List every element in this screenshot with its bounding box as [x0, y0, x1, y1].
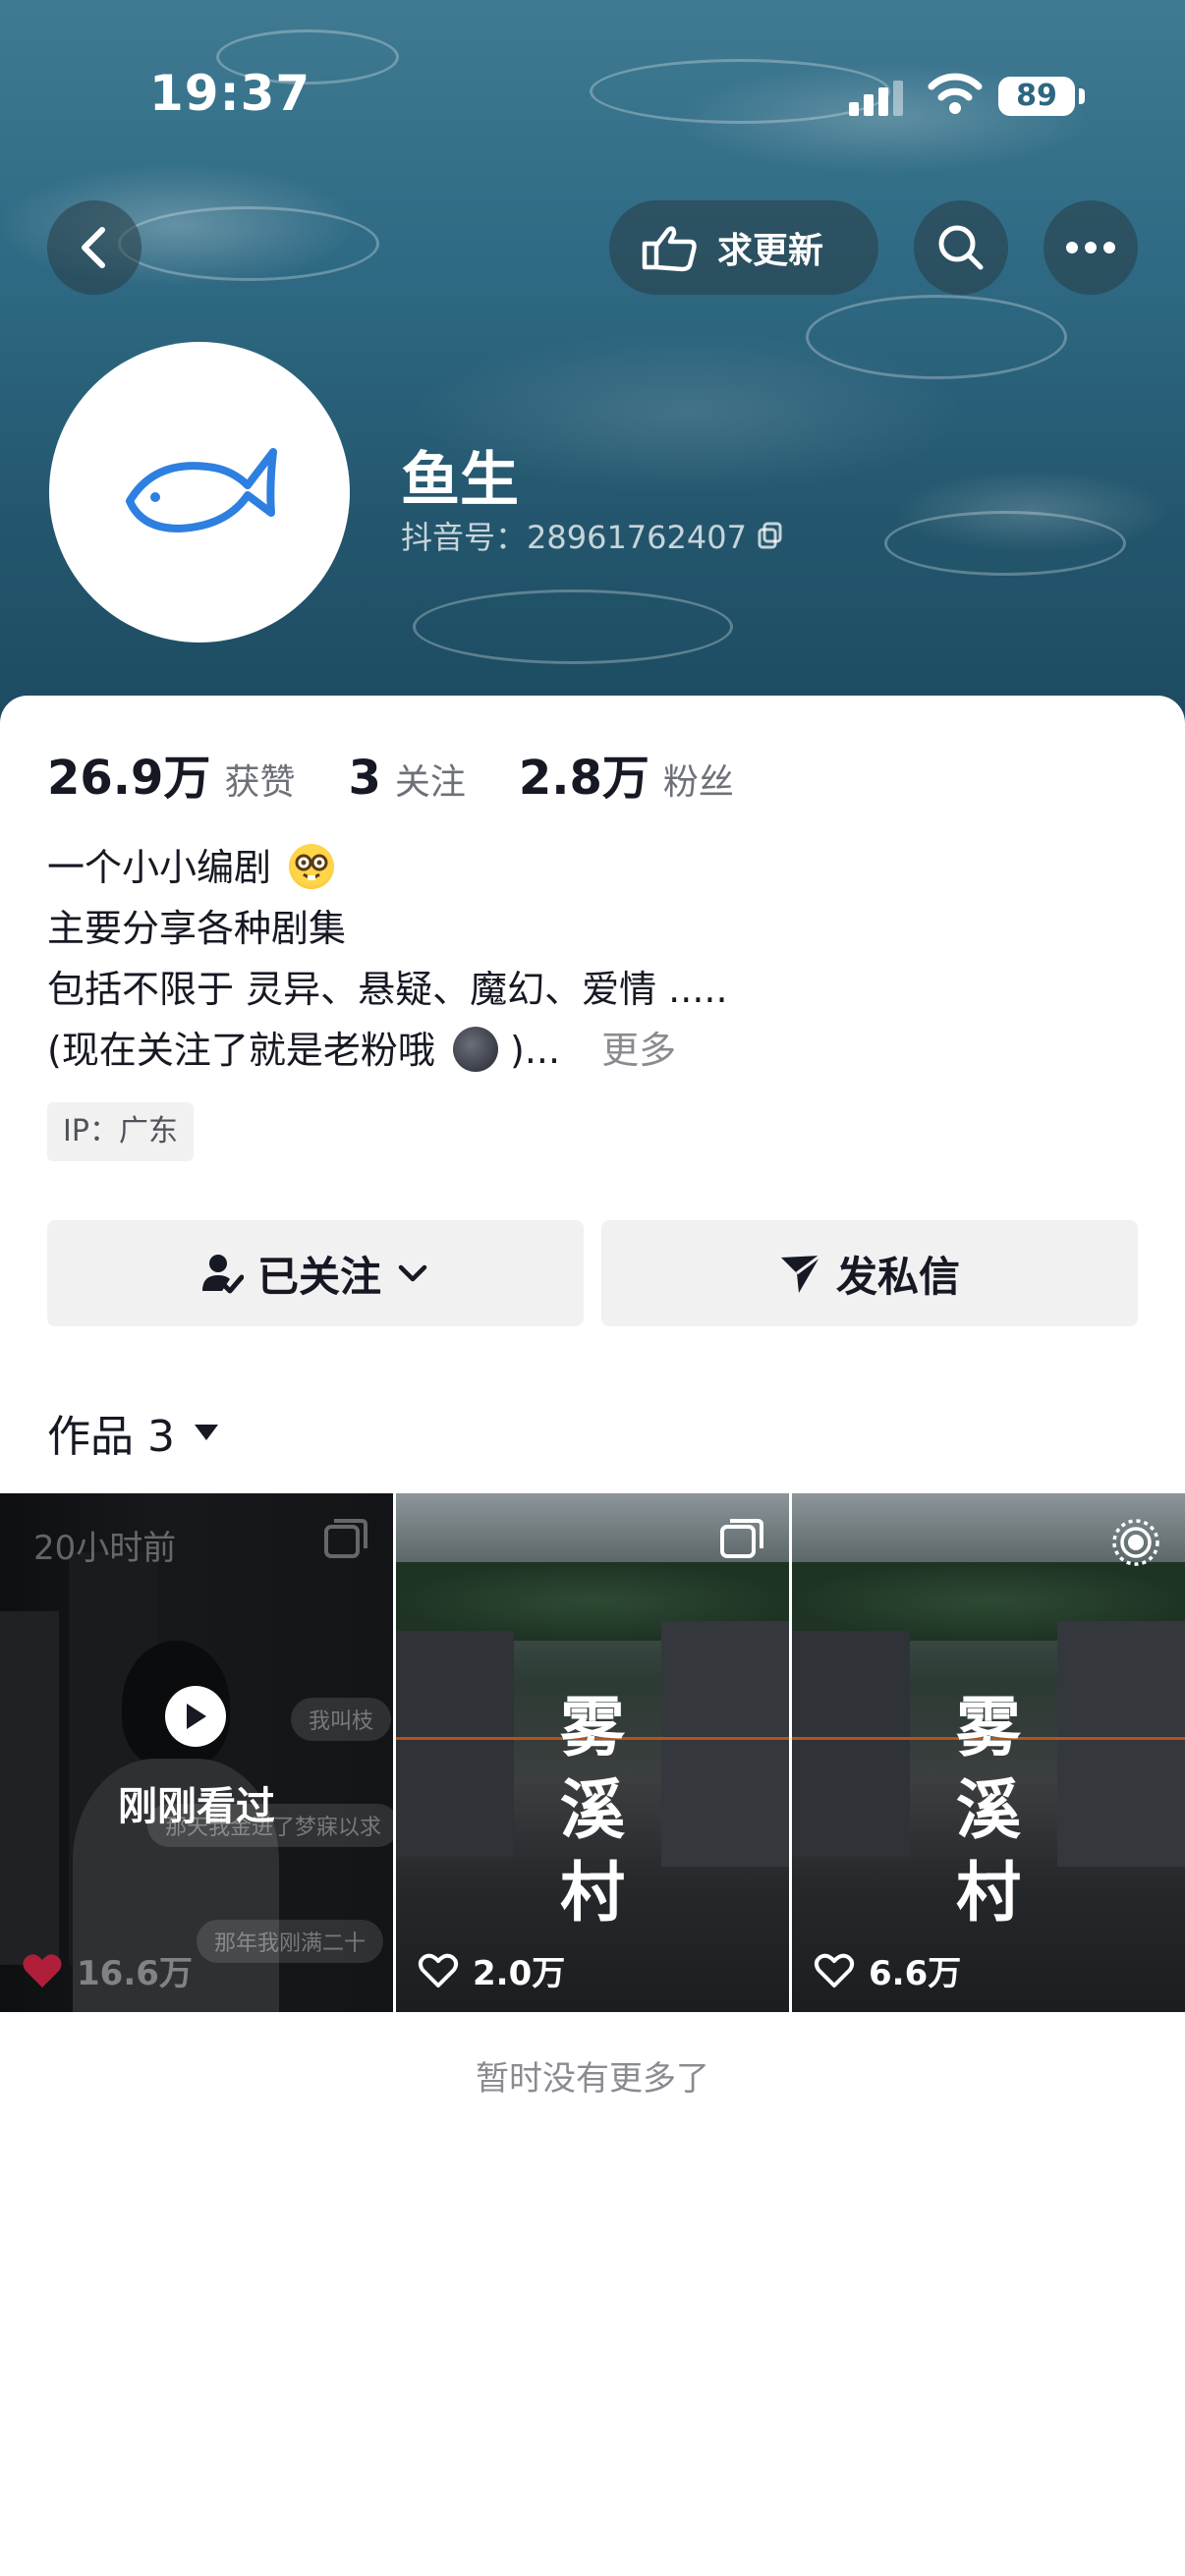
likes-count-text: 6.6万 [869, 1954, 962, 1993]
title-character: 雾 [956, 1689, 1021, 1765]
avatar[interactable] [49, 342, 350, 643]
back-button[interactable] [47, 200, 141, 295]
bio-more-link[interactable]: 更多 [601, 1029, 676, 1072]
more-dots-icon [1066, 242, 1115, 253]
likes-label: 获赞 [224, 762, 296, 803]
no-more-content-text: 暂时没有更多了 [476, 2059, 709, 2099]
copy-icon[interactable] [757, 522, 784, 549]
video-likes: 6.6万 [814, 1946, 961, 1994]
request-update-label: 求更新 [717, 231, 824, 271]
video-likes: 2.0万 [418, 1946, 565, 1994]
video-thumbnail-2[interactable]: 雾溪村 2.0万 [396, 1493, 789, 2012]
likes-count[interactable]: 26.9万 [47, 739, 210, 808]
heart-outline-icon [814, 1953, 855, 1988]
house-shape [396, 1631, 514, 1857]
search-button[interactable] [914, 200, 1008, 295]
house-shape [1057, 1621, 1185, 1867]
title-character: 雾 [560, 1689, 625, 1765]
water-ripple [590, 59, 890, 124]
title-character: 村 [560, 1854, 625, 1931]
title-character: 溪 [956, 1771, 1021, 1848]
video-likes: 16.6万 [22, 1946, 193, 1994]
douyin-id[interactable]: 抖音号：28961762407 [401, 513, 784, 558]
house-shape [792, 1631, 910, 1857]
following-count[interactable]: 3 [348, 751, 380, 806]
video-title-overlay: 雾溪村 [548, 1686, 637, 1933]
works-tab-label: 作品 3 [47, 1412, 175, 1462]
video-thumbnail-1[interactable]: 20小时前 我叫枝 那天我金进了梦寐以求 那年我刚满二十 刚刚看过 16.6万 [0, 1493, 393, 2012]
profile-header-background: 19:37 89 求更新 鱼生 抖音号：28961762407 [0, 0, 1185, 747]
comment-bubble: 我叫枝 [291, 1698, 392, 1741]
followers-label: 粉丝 [662, 762, 734, 803]
play-icon [165, 1686, 226, 1747]
followed-label: 已关注 [256, 1252, 381, 1301]
send-message-button[interactable]: 发私信 [601, 1220, 1138, 1326]
chevron-left-icon [82, 227, 105, 268]
comment-bubble: 那年我刚满二十 [197, 1920, 384, 1963]
fish-logo-icon [126, 448, 277, 532]
douyin-id-text: 抖音号：28961762407 [401, 519, 747, 556]
wifi-icon [928, 73, 983, 114]
caret-down-icon [194, 1425, 218, 1440]
send-message-label: 发私信 [835, 1252, 960, 1301]
status-time: 19:37 [149, 65, 311, 122]
likes-count-text: 16.6万 [77, 1954, 193, 1993]
water-ripple [884, 511, 1126, 576]
bio-line-4-end: )... [510, 1029, 561, 1072]
recently-viewed-label: 刚刚看过 [118, 1784, 275, 1829]
tab-works[interactable]: 作品 3 [47, 1401, 220, 1464]
water-ripple [806, 295, 1067, 379]
bio-line-2: 主要分享各种剧集 [47, 907, 347, 950]
live-photo-icon [1112, 1519, 1159, 1566]
paper-plane-icon [780, 1254, 821, 1293]
username: 鱼生 [401, 446, 519, 515]
likes-count-text: 2.0万 [473, 1954, 566, 1993]
stack-icon [720, 1519, 763, 1558]
bio-line-1: 一个小小编剧 [47, 846, 272, 889]
followers-count[interactable]: 2.8万 [519, 739, 649, 808]
new-moon-face-emoji-icon [452, 1027, 498, 1072]
video-thumbnail-3[interactable]: 雾溪村 6.6万 [792, 1493, 1185, 2012]
stack-icon [324, 1519, 367, 1558]
video-timestamp: 20小时前 [33, 1529, 177, 1568]
water-ripple [413, 589, 733, 664]
ip-location-tag: IP：广东 [47, 1102, 194, 1161]
nerd-face-emoji-icon [289, 844, 335, 889]
more-options-button[interactable] [1044, 200, 1138, 295]
bio-line-3: 包括不限于 灵异、悬疑、魔幻、爱情 ..... [47, 968, 728, 1011]
profile-stats: 26.9万 获赞 3 关注 2.8万 粉丝 [47, 739, 787, 808]
user-check-icon [201, 1255, 244, 1294]
title-character: 村 [956, 1854, 1021, 1931]
cellular-signal-icon [849, 81, 903, 116]
bio-line-4-start: (现在关注了就是老粉哦 [47, 1029, 435, 1072]
chevron-down-icon [398, 1264, 427, 1282]
search-icon [938, 225, 984, 270]
pointing-hand-icon [642, 226, 697, 272]
battery-tip [1079, 88, 1085, 104]
house-shape [661, 1621, 789, 1867]
profile-bio: 一个小小编剧 主要分享各种剧集 包括不限于 灵异、悬疑、魔幻、爱情 ..... … [47, 837, 728, 1081]
title-character: 溪 [560, 1771, 625, 1848]
heart-outline-icon [418, 1953, 459, 1988]
battery-indicator: 89 [998, 77, 1075, 116]
followed-button[interactable]: 已关注 [47, 1220, 584, 1326]
video-title-overlay: 雾溪村 [944, 1686, 1033, 1933]
water-ripple [118, 206, 379, 281]
following-label: 关注 [394, 762, 466, 803]
heart-filled-icon [23, 1953, 62, 1988]
request-update-button[interactable]: 求更新 [609, 200, 878, 295]
